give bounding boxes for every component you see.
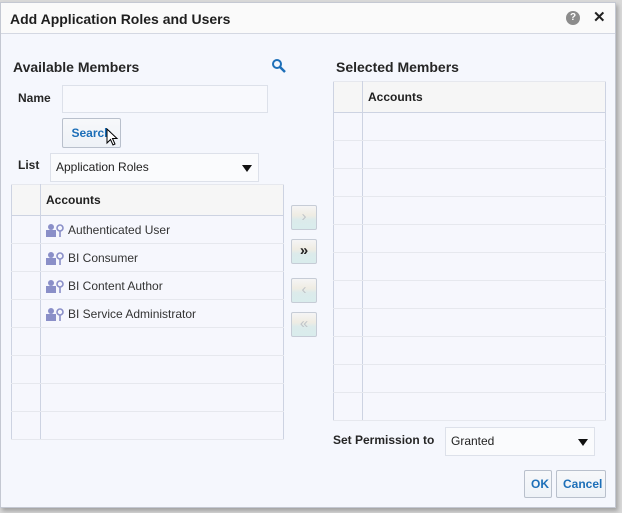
application-role-icon	[46, 251, 64, 265]
help-icon[interactable]: ?	[566, 11, 580, 25]
remove-button[interactable]: ‹	[291, 278, 317, 303]
table-row	[11, 327, 284, 356]
table-row	[11, 355, 284, 384]
permission-select-value: Granted	[451, 434, 495, 448]
table-row[interactable]: BI Consumer	[11, 243, 284, 272]
available-members-title: Available Members	[13, 59, 140, 75]
accounts-column-header[interactable]: Accounts	[40, 184, 284, 216]
account-name: BI Consumer	[68, 250, 139, 265]
account-name: BI Service Administrator	[68, 306, 197, 321]
dialog-title: Add Application Roles and Users	[10, 11, 231, 27]
table-row	[333, 252, 606, 281]
ok-button[interactable]: OK	[524, 470, 552, 498]
table-row	[333, 392, 606, 421]
search-icon[interactable]	[271, 58, 287, 74]
selected-members-title: Selected Members	[336, 59, 459, 75]
table-row	[333, 364, 606, 393]
row-header-cell	[11, 184, 41, 216]
add-roles-dialog: Add Application Roles and Users ? ✕ Avai…	[0, 2, 616, 508]
table-header-row: Accounts	[11, 184, 284, 216]
list-label: List	[18, 158, 40, 172]
close-icon[interactable]: ✕	[593, 8, 606, 26]
list-select[interactable]: Application Roles	[50, 153, 259, 182]
permission-label: Set Permission to	[333, 433, 435, 447]
table-row	[11, 383, 284, 412]
name-label: Name	[18, 91, 51, 105]
mouse-cursor-icon	[106, 128, 119, 146]
move-all-button[interactable]: »	[291, 239, 317, 264]
table-row	[333, 112, 606, 141]
table-row	[333, 224, 606, 253]
account-name: BI Content Author	[68, 278, 163, 293]
application-role-icon	[46, 307, 64, 321]
table-row	[11, 411, 284, 440]
table-row[interactable]: Authenticated User	[11, 215, 284, 244]
list-select-value: Application Roles	[56, 160, 149, 174]
table-header-row: Accounts	[333, 81, 606, 113]
table-row	[333, 336, 606, 365]
cancel-button[interactable]: Cancel	[556, 470, 606, 498]
table-row	[333, 196, 606, 225]
table-row[interactable]: BI Content Author	[11, 271, 284, 300]
chevron-down-icon	[578, 439, 588, 446]
accounts-column-header[interactable]: Accounts	[362, 81, 606, 113]
available-accounts-table: Accounts Authenticated User BI Consumer …	[11, 184, 284, 440]
selected-accounts-table: Accounts	[333, 81, 606, 421]
table-row	[333, 168, 606, 197]
name-input[interactable]	[62, 85, 268, 113]
move-button[interactable]: ›	[291, 205, 317, 230]
table-row[interactable]: BI Service Administrator	[11, 299, 284, 328]
application-role-icon	[46, 279, 64, 293]
remove-all-button[interactable]: «	[291, 312, 317, 337]
table-row	[333, 308, 606, 337]
permission-select[interactable]: Granted	[445, 427, 595, 456]
account-name: Authenticated User	[68, 222, 171, 237]
table-row	[333, 280, 606, 309]
dialog-titlebar: Add Application Roles and Users ? ✕	[1, 3, 615, 34]
chevron-down-icon	[242, 165, 252, 172]
table-row	[333, 140, 606, 169]
application-role-icon	[46, 223, 64, 237]
